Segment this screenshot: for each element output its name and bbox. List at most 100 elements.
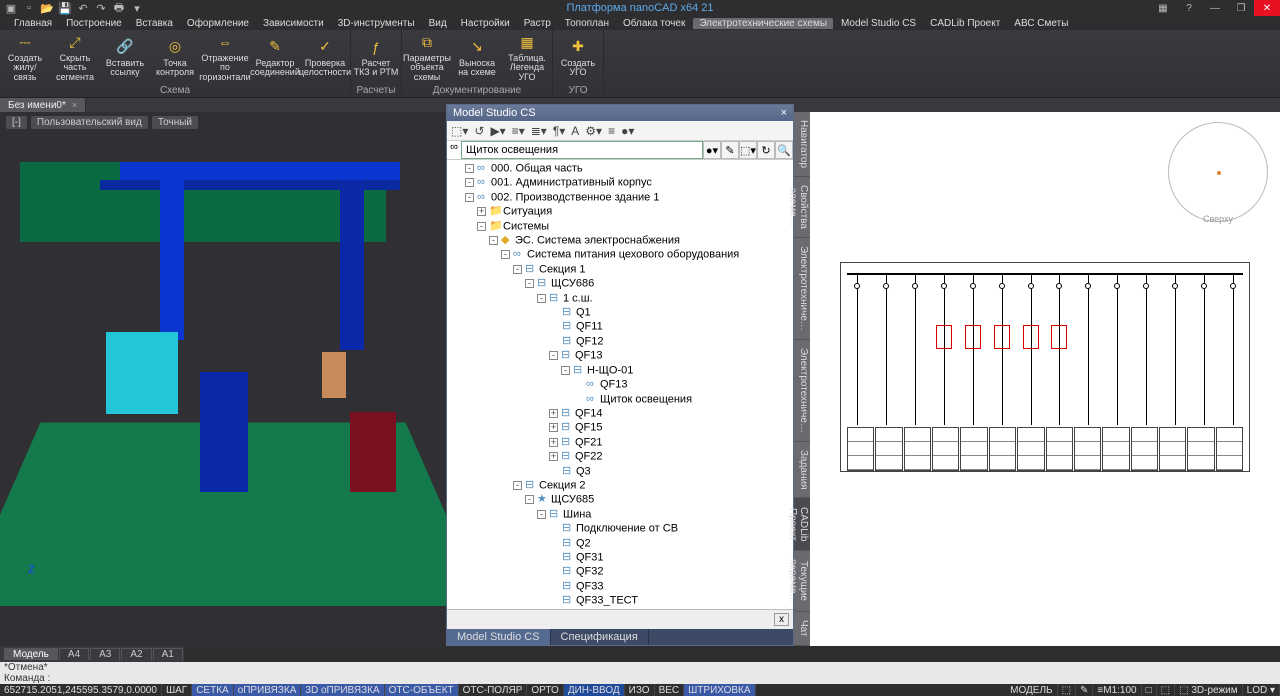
search-button[interactable]: ✎ — [721, 141, 739, 159]
tree-node[interactable]: ⊟QF33_ТЕСТ — [449, 594, 791, 608]
ribbon-tab[interactable]: Растр — [518, 18, 557, 29]
tree-node[interactable]: -◆ЭС. Система электроснабжения — [449, 234, 791, 248]
toolbar-icon[interactable]: ≣▾ — [531, 124, 547, 138]
tree-node[interactable]: ⊟Q2 — [449, 537, 791, 551]
close-icon[interactable]: × — [72, 100, 77, 110]
status-toggle[interactable]: ОТС-ПОЛЯР — [459, 684, 528, 696]
ribbon-button[interactable]: ◎Точка контроля — [150, 30, 200, 84]
tree-node[interactable]: ⊟QF12 — [449, 335, 791, 349]
save-icon[interactable]: 💾 — [58, 1, 72, 15]
tree-toggle-icon[interactable]: - — [477, 222, 486, 231]
tree-toggle-icon[interactable]: - — [501, 250, 510, 259]
ribbon-button[interactable]: ✚Создать УГО — [553, 30, 603, 84]
tree-toggle-icon[interactable]: - — [561, 366, 570, 375]
tree-node[interactable]: ∞QF13 — [449, 378, 791, 392]
panel-header[interactable]: Model Studio CS × — [447, 105, 793, 121]
search-button[interactable]: ↻ — [757, 141, 775, 159]
status-toggle[interactable]: ОРТО — [527, 684, 563, 696]
ribbon-tab[interactable]: Главная — [8, 18, 58, 29]
side-tab[interactable]: Электротехниче… — [794, 238, 810, 340]
tree-node[interactable]: +⊟QF21 — [449, 436, 791, 450]
toolbar-icon[interactable]: ▶▾ — [490, 124, 505, 138]
search-button[interactable]: 🔍 — [775, 141, 793, 159]
command-line[interactable]: *Отмена* Команда : — [0, 662, 1280, 684]
ribbon-button[interactable]: ↘Выноска на схеме — [452, 30, 502, 84]
tree-node[interactable]: ⊟QF31 — [449, 551, 791, 565]
layout-tab[interactable]: A3 — [90, 648, 120, 660]
search-button[interactable]: ⬚▾ — [739, 141, 757, 159]
ribbon-button[interactable]: ⎓Создать жилу/связь — [0, 30, 50, 84]
ribbon-tab[interactable]: АВС Сметы — [1008, 18, 1074, 29]
layout-tab[interactable]: A4 — [59, 648, 89, 660]
tree-toggle-icon[interactable]: + — [549, 452, 558, 461]
tree-node[interactable]: ⊟Q1 — [449, 306, 791, 320]
compass[interactable]: Сверху — [1168, 122, 1268, 222]
tree-node[interactable]: -⊟ЩСУ686 — [449, 277, 791, 291]
tree-node[interactable]: ⊟Q3 — [449, 465, 791, 479]
status-item[interactable]: ≡М1:100 — [1093, 684, 1141, 696]
toolbar-icon[interactable]: ⬚▾ — [451, 124, 468, 138]
tree-node[interactable]: -∞000. Общая часть — [449, 162, 791, 176]
status-item[interactable]: ⬚ 3D-режим — [1175, 684, 1243, 696]
ribbon-tab[interactable]: Model Studio CS — [835, 18, 922, 29]
tree-toggle-icon[interactable]: - — [537, 294, 546, 303]
minimize-button[interactable]: — — [1202, 0, 1228, 16]
status-item[interactable]: □ — [1142, 684, 1157, 696]
ribbon-tab[interactable]: Облака точек — [617, 18, 691, 29]
tree-toggle-icon[interactable]: - — [465, 164, 474, 173]
tree-node[interactable]: -⊟QF13 — [449, 349, 791, 363]
ribbon-tab[interactable]: 3D-инструменты — [332, 18, 421, 29]
ribbon-button[interactable]: ✎Редактор соединений — [250, 30, 300, 84]
viewport-schematic[interactable]: Сверху — [810, 112, 1280, 646]
tree-node[interactable]: -⊟1 с.ш. — [449, 292, 791, 306]
tree-toggle-icon[interactable]: - — [525, 279, 534, 288]
tree-node[interactable]: ⊟QF11 — [449, 320, 791, 334]
tree-toggle-icon[interactable]: - — [525, 495, 534, 504]
tree-node[interactable]: -⊟Н-ЩО-01 — [449, 364, 791, 378]
tree-toggle-icon[interactable]: + — [549, 423, 558, 432]
ribbon-tab[interactable]: Вставка — [130, 18, 179, 29]
tree-toggle-icon[interactable]: - — [465, 178, 474, 187]
tree-node[interactable]: -∞Система питания цехового оборудования — [449, 248, 791, 262]
open-icon[interactable]: 📂 — [40, 1, 54, 15]
tree-node[interactable]: -⊟Секция 2 — [449, 479, 791, 493]
tree-node[interactable]: ⊟QF33 — [449, 580, 791, 594]
tree-node[interactable]: -⊟Шина — [449, 508, 791, 522]
side-tab[interactable]: Навигатор — [794, 112, 810, 177]
tree-node[interactable]: ⊟QF32 — [449, 565, 791, 579]
project-tree[interactable]: -∞000. Общая часть-∞001. Административны… — [447, 160, 793, 609]
status-item[interactable]: LOD ▾ — [1243, 684, 1280, 696]
side-tab[interactable]: Чат — [794, 612, 810, 646]
undo-icon[interactable]: ↶ — [76, 1, 90, 15]
help-icon[interactable]: ? — [1176, 0, 1202, 16]
ribbon-tab[interactable]: Настройки — [455, 18, 516, 29]
status-toggle[interactable]: 3D оПРИВЯЗКА — [301, 684, 384, 696]
layout-tab[interactable]: A2 — [121, 648, 151, 660]
layout-tab[interactable]: Модель — [4, 648, 58, 660]
redo-icon[interactable]: ↷ — [94, 1, 108, 15]
status-toggle[interactable]: ШТРИХОВКА — [684, 684, 755, 696]
tree-node[interactable]: -⊟Секция 1 — [449, 263, 791, 277]
tree-toggle-icon[interactable]: + — [549, 438, 558, 447]
status-toggle[interactable]: оПРИВЯЗКА — [234, 684, 302, 696]
side-tab[interactable]: Задания — [794, 442, 810, 499]
tree-node[interactable]: +⊟QF15 — [449, 421, 791, 435]
tree-node[interactable]: +⊟QF14 — [449, 407, 791, 421]
status-toggle[interactable]: ВЕС — [655, 684, 685, 696]
tree-toggle-icon[interactable]: - — [549, 351, 558, 360]
status-item[interactable]: ⬚ — [1157, 684, 1175, 696]
panel-bottom-tab[interactable]: Спецификация — [551, 629, 649, 645]
side-tab[interactable]: Текущие переме… — [794, 551, 810, 613]
status-item[interactable]: ⬚ — [1058, 684, 1076, 696]
layout-tab[interactable]: A1 — [153, 648, 183, 660]
ribbon-button[interactable]: ✓Проверка целостности — [300, 30, 350, 84]
ribbon-tab[interactable]: CADLib Проект — [924, 18, 1006, 29]
ribbon-button[interactable]: ƒРасчет ТКЗ и РТМ — [351, 30, 401, 84]
qat-dropdown-icon[interactable]: ▾ — [130, 1, 144, 15]
status-toggle[interactable]: ОТС-ОБЪЕКТ — [385, 684, 459, 696]
ribbon-tab[interactable]: Построение — [60, 18, 128, 29]
panel-close-icon[interactable]: × — [781, 107, 787, 119]
side-tab[interactable]: Электротехниче… — [794, 340, 810, 442]
new-icon[interactable]: ▫ — [22, 1, 36, 15]
side-tab[interactable]: Свойства элеме… — [794, 177, 810, 238]
